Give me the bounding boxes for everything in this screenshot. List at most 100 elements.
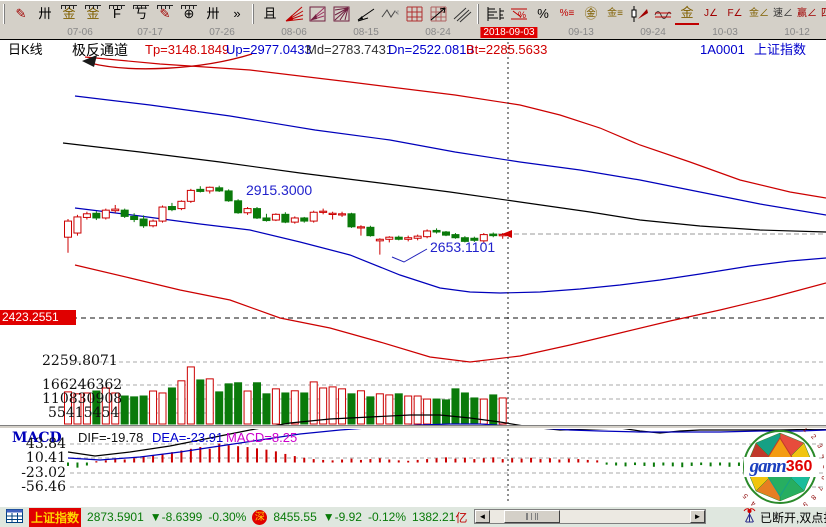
svg-text:6: 6 [819,475,824,481]
date-tick: 10-12 [784,27,810,38]
gold-underline-icon[interactable]: 金 [675,2,699,25]
indicator-dn-value: Dn=2522.0810 [388,43,474,56]
volume-axis-label: 110830908 [42,392,122,406]
index-change-pct: -0.30% [208,510,246,524]
date-tick: 09-13 [568,27,594,38]
volume-axis-label: 55415454 [48,406,119,420]
logo-text-gann: gann [750,456,786,478]
gold-grid-icon[interactable]: 金 [57,3,81,24]
index-value: 2873.5901 [87,510,144,524]
date-tick: 10-03 [712,27,738,38]
fan-box-icon[interactable] [306,3,330,24]
speed-angle-icon[interactable]: 速∠ [771,3,795,24]
date-tick: 07-26 [209,27,235,38]
connection-status-text[interactable]: 已断开,双点打开. [760,509,826,526]
macd-axis-label: 10.41 [0,451,66,465]
ray-box-icon[interactable] [330,3,354,24]
parallel-lines-icon[interactable] [450,3,474,24]
win-angle-icon[interactable]: 赢∠ [795,3,819,24]
j-angle-icon[interactable]: J∠ [699,3,723,24]
percent-icon[interactable]: % [531,3,555,24]
grid-arrow-icon[interactable] [426,3,450,24]
toolbar-grip[interactable] [252,4,254,24]
percent-levels-icon[interactable]: %≡ [555,3,579,24]
period-label[interactable]: 日K线 [8,43,43,56]
scrollbar-thumb[interactable] [504,510,560,523]
high-price-label: 2915.3000 [246,183,312,197]
market-tab-shanghai[interactable]: 上证指数 [29,508,81,527]
scroll-left-button[interactable]: ◄ [475,510,490,523]
date-tick: 07-06 [67,27,93,38]
macd-axis-label: -56.46 [0,480,66,494]
scroll-right-button[interactable]: ► [690,510,705,523]
indicator-up-value: Up=2977.0433 [226,43,312,56]
gold-grid2-icon[interactable]: 金 [81,3,105,24]
gann-box-icon[interactable]: 且 [258,3,282,24]
pane-divider[interactable] [0,425,826,429]
kline-chart[interactable]: 日K线 极反通道 Tp=3148.1849 Up=2977.0433 Md=27… [0,40,826,506]
overflow-chevron-icon[interactable]: » [225,3,249,24]
gann-fan-icon[interactable] [282,3,306,24]
gold-angle-icon[interactable]: 金∠ [747,3,771,24]
svg-text:4: 4 [750,499,757,506]
shenzhen-badge-icon[interactable]: 深 [252,510,267,525]
zigzag-icon[interactable] [378,3,402,24]
indicator-bt-value: Bt=2285.5633 [466,43,547,56]
sz-index-value: 8455.55 [273,510,316,524]
comb-lines-icon[interactable]: 卅 [33,3,57,24]
price-axis-label: 2259.8071 [42,354,118,368]
instrument-code[interactable]: 1A0001 [700,43,745,56]
macd-dea-value: DEA=-23.91 [152,431,223,444]
gann360-logo-text: gann360 [744,457,818,477]
turnover-value: 1382.21 [412,510,455,524]
candle-pen-icon[interactable] [627,3,651,24]
volume-bars-icon[interactable] [483,3,507,24]
svg-text:5: 5 [821,465,824,469]
hook-grid-icon[interactable]: 丂 [129,3,153,24]
alert-price-box[interactable]: 2423.2551 [0,310,76,325]
sz-index-change-pct: -0.12% [368,510,406,524]
svg-text:1: 1 [801,428,808,434]
comb2-icon[interactable]: 卅 [201,3,225,24]
date-axis: 07-0607-1707-2608-0608-1508-242018-09-03… [0,26,826,40]
quote-table-icon[interactable] [6,509,23,526]
index-change: ▼-8.6399 [150,510,203,524]
svg-text:4: 4 [819,453,824,459]
svg-text:7: 7 [815,485,823,492]
trendline-pencil-icon[interactable] [354,3,378,24]
date-tick: 08-06 [281,27,307,38]
toolbar-grip[interactable] [3,4,5,24]
pen-grid-icon[interactable]: ✎ [153,3,177,24]
macd-dif-value: DIF=-19.78 [78,431,143,444]
wave-icon[interactable] [651,3,675,24]
indicator-tp-value: Tp=3148.1849 [145,43,229,56]
gold-circle-icon[interactable]: ㊎ [579,3,603,24]
f-grid-icon[interactable]: F [105,3,129,24]
connection-antenna-icon[interactable] [742,508,757,527]
toolbar-grip[interactable] [477,4,479,24]
red-grid-icon[interactable] [402,3,426,24]
macd-axis-label: -23.02 [0,466,66,480]
svg-text:%: % [518,10,526,20]
date-tick: 08-15 [353,27,379,38]
svg-text:8: 8 [809,493,817,501]
instrument-name[interactable]: 上证指数 [754,43,806,56]
svg-text:0: 0 [792,428,798,429]
date-tick: 09-24 [640,27,666,38]
macd-value: MACD=8.25 [226,431,297,444]
app-window: ✎卅金金F丂✎⊕卅»且%%%≡㊎金≡金J∠F∠金∠速∠赢∠四∠ 07-0607-… [0,0,826,527]
date-tick: 07-17 [137,27,163,38]
horizontal-scrollbar[interactable]: ◄ ► [474,509,706,524]
percent-line-icon[interactable]: % [507,3,531,24]
toolbar: ✎卅金金F丂✎⊕卅»且%%%≡㊎金≡金J∠F∠金∠速∠赢∠四∠ [0,0,826,26]
f-angle-icon[interactable]: F∠ [723,3,747,24]
circle-grid-icon[interactable]: ⊕ [177,3,201,24]
indicator-name[interactable]: 极反通道 [72,43,128,57]
gold-levels-icon[interactable]: 金≡ [603,3,627,24]
macd-axis-label: 43.84 [0,437,66,451]
date-tick-current: 2018-09-03 [480,27,537,38]
logo-text-360: 360 [786,458,813,476]
brush-icon[interactable]: ✎ [9,3,33,24]
indicator-md-value: Md=2783.7431 [306,43,393,56]
four-angle-icon[interactable]: 四∠ [819,3,826,24]
